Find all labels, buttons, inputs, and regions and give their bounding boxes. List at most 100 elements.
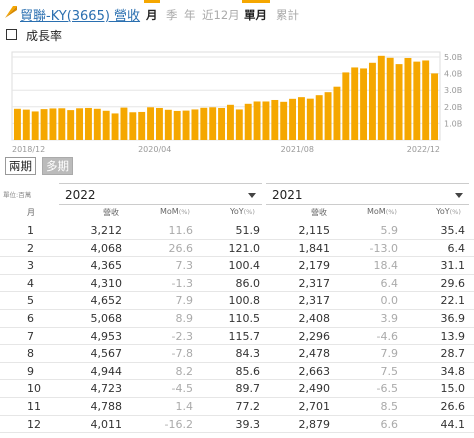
table-row: 10 4,723 -4.5 89.7 2,490 -6.5 15.0 <box>0 380 474 398</box>
yoy-cell: 15.0 <box>440 382 466 396</box>
tab-single-month[interactable]: 單月 <box>244 7 267 23</box>
revenue-bar <box>58 108 66 140</box>
year-select-left[interactable]: 2022 <box>59 183 262 205</box>
revenue-cell: 4,723 <box>90 382 123 396</box>
revenue-bar <box>404 57 412 141</box>
revenue-cell: 2,408 <box>298 312 331 325</box>
month-cell: 8 <box>27 347 34 361</box>
month-cell: 5 <box>27 294 34 308</box>
col-header-mom-a: MoM(%) <box>160 207 190 216</box>
revenue-bar <box>297 97 305 140</box>
revenue-cell: 2,879 <box>298 417 331 431</box>
top-bar: 貿聯-KY(3665) 營收 月 季 年 近12月 單月 累計 <box>0 0 474 26</box>
revenue-cell: 2,115 <box>298 224 331 237</box>
revenue-bar <box>191 109 199 140</box>
month-cell: 6 <box>27 312 34 325</box>
revenue-cell: 2,317 <box>298 276 331 290</box>
revenue-bar <box>235 109 243 140</box>
x-tick-label: 2022/12 <box>407 145 440 154</box>
mom-cell: 7.5 <box>380 364 399 378</box>
mom-cell: 11.6 <box>168 224 194 237</box>
table-row: 6 5,068 8.9 110.5 2,408 3.9 36.9 <box>0 310 474 328</box>
tab-quarter[interactable]: 季 <box>166 7 178 23</box>
revenue-bar <box>422 60 430 140</box>
yoy-cell: 86.0 <box>235 276 261 290</box>
yoy-cell: 35.4 <box>440 224 466 237</box>
growth-rate-label: 成長率 <box>26 29 63 43</box>
yoy-cell: 6.4 <box>447 241 466 255</box>
revenue-bar <box>413 61 421 140</box>
yoy-cell: 36.9 <box>440 312 466 325</box>
mom-cell: -4.5 <box>171 382 193 396</box>
revenue-bar <box>120 107 128 140</box>
y-tick-label: 3.0B <box>444 86 462 95</box>
mom-cell: 18.4 <box>373 259 399 273</box>
revenue-bar <box>209 107 217 140</box>
mom-cell: 7.9 <box>380 347 399 361</box>
yoy-cell: 13.9 <box>440 329 466 343</box>
tab-trailing-12-months[interactable]: 近12月 <box>202 7 240 23</box>
y-tick-label: 4.0B <box>444 70 462 79</box>
revenue-bar <box>431 73 439 140</box>
table-row: 12 4,011 -16.2 39.3 2,879 6.6 44.1 <box>0 416 474 434</box>
month-cell: 7 <box>27 329 34 343</box>
year-select-left-value: 2022 <box>65 188 96 202</box>
revenue-bar <box>111 113 119 140</box>
revenue-bar <box>395 64 403 140</box>
revenue-cell: 2,478 <box>298 347 331 361</box>
table-row: 5 4,652 7.9 100.8 2,317 0.0 22.1 <box>0 292 474 310</box>
growth-rate-checkbox[interactable] <box>6 29 17 40</box>
revenue-cell: 4,652 <box>90 294 123 308</box>
col-header-mom-b: MoM(%) <box>367 207 397 216</box>
revenue-cell: 2,701 <box>298 400 331 413</box>
table-row: 11 4,788 1.4 77.2 2,701 8.5 26.6 <box>0 398 474 416</box>
month-cell: 1 <box>27 224 34 237</box>
col-header-yoy-a: YoY(%) <box>230 207 255 216</box>
y-tick-label: 2.0B <box>444 103 462 112</box>
revenue-bar <box>76 108 84 140</box>
table-row: 3 4,365 7.3 100.4 2,179 18.4 31.1 <box>0 257 474 275</box>
table-row: 4 4,310 -1.3 86.0 2,317 6.4 29.6 <box>0 275 474 293</box>
page-title[interactable]: 貿聯-KY(3665) 營收 <box>20 5 140 24</box>
revenue-bar <box>342 72 350 140</box>
mom-cell: 8.2 <box>175 364 194 378</box>
year-select-right-value: 2021 <box>272 188 303 202</box>
revenue-cell: 2,317 <box>298 294 331 308</box>
col-header-revenue-b: 營收 <box>311 208 327 217</box>
table-row: 2 4,068 26.6 121.0 1,841 -13.0 6.4 <box>0 240 474 258</box>
yoy-cell: 51.9 <box>235 224 261 237</box>
mom-cell: 3.9 <box>380 312 399 325</box>
month-cell: 9 <box>27 364 34 378</box>
mom-cell: -1.3 <box>171 276 193 290</box>
revenue-bar <box>22 109 30 140</box>
yoy-cell: 115.7 <box>228 329 261 343</box>
revenue-cell: 2,663 <box>298 364 331 378</box>
revenue-bar <box>173 110 181 140</box>
revenue-bar <box>386 57 394 141</box>
revenue-cell: 4,068 <box>90 241 123 255</box>
revenue-bar <box>102 110 110 140</box>
revenue-bar <box>226 104 234 140</box>
revenue-cell: 3,212 <box>90 224 123 237</box>
x-tick-label: 2020/04 <box>138 145 171 154</box>
revenue-bar <box>67 110 75 140</box>
mom-cell: 7.3 <box>175 259 194 273</box>
tab-cumulative[interactable]: 累計 <box>276 7 299 23</box>
revenue-bar <box>333 86 341 140</box>
revenue-cell: 4,310 <box>90 276 123 290</box>
tab-year[interactable]: 年 <box>184 7 196 23</box>
revenue-cell: 2,296 <box>298 329 331 343</box>
y-tick-label: 5.0B <box>444 53 462 62</box>
tab-multi-periods[interactable]: 多期 <box>42 157 73 175</box>
month-cell: 3 <box>27 259 34 273</box>
col-header-yoy-b: YoY(%) <box>436 207 461 216</box>
revenue-bar <box>244 103 252 140</box>
revenue-bar <box>368 62 376 140</box>
tab-two-periods[interactable]: 兩期 <box>5 157 36 175</box>
revenue-bar <box>182 110 190 140</box>
year-select-right[interactable]: 2021 <box>266 183 469 205</box>
revenue-bar <box>306 98 314 140</box>
revenue-bar <box>93 108 101 140</box>
tab-month[interactable]: 月 <box>146 7 158 23</box>
month-cell: 11 <box>27 400 41 413</box>
